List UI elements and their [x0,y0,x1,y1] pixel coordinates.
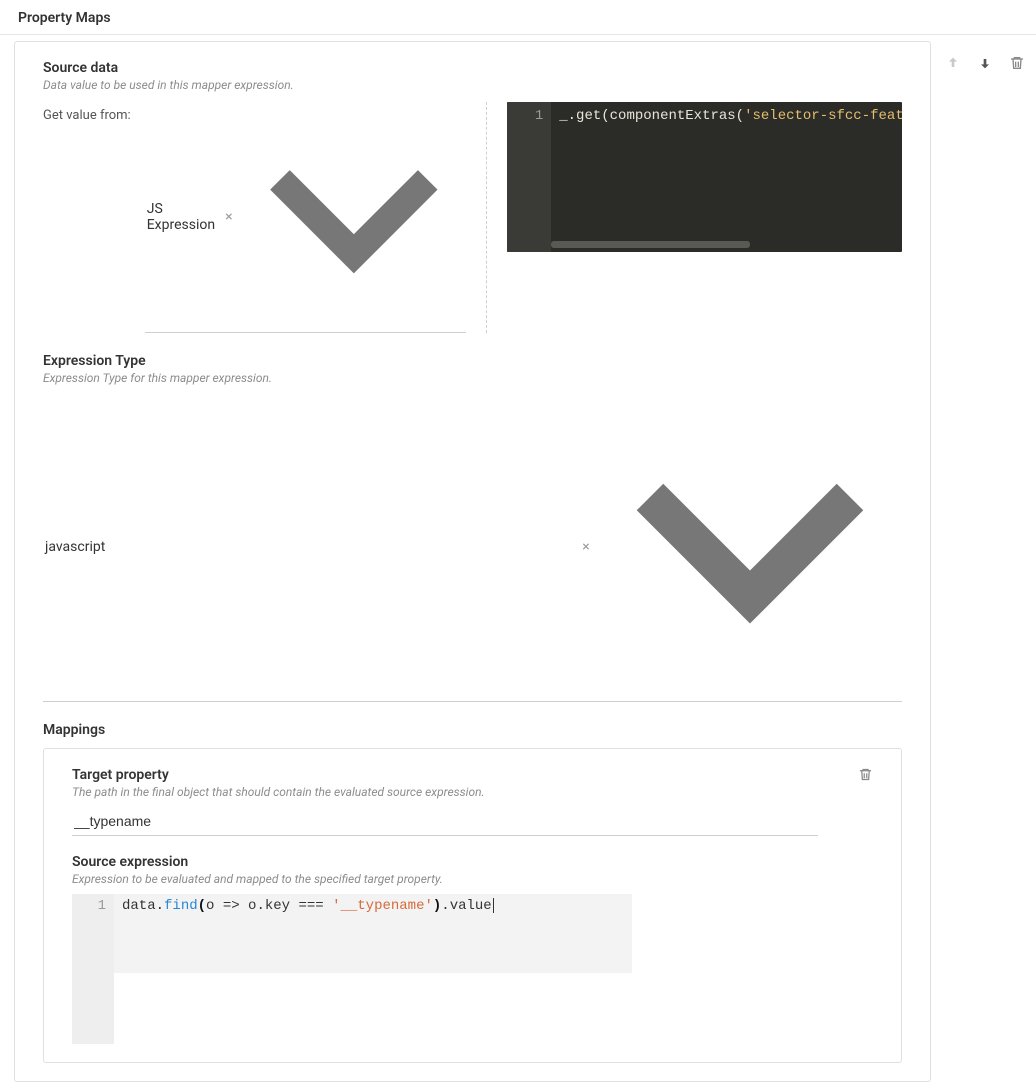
editor-gutter: 1 [507,102,551,252]
page-title: Property Maps [0,0,1036,35]
source-data-section: Source data Data value to be used in thi… [43,60,902,333]
chevron-down-icon[interactable] [243,106,465,328]
mappings-title: Mappings [43,722,902,738]
source-expression-title: Source expression [72,854,818,870]
expression-type-title: Expression Type [43,353,902,369]
arrow-down-icon[interactable] [977,55,993,71]
expression-type-section: Expression Type Expression Type for this… [43,353,902,702]
editor-content[interactable]: data.find(o => o.key === '__typename').v… [114,894,632,973]
editor-content[interactable]: _.get(componentExtras('selector-sfcc-fea… [551,102,901,252]
line-number: 1 [507,108,543,124]
card-side-actions [945,41,1025,71]
source-data-code-editor[interactable]: 1 _.get(componentExtras('selector-sfcc-f… [507,102,901,252]
arrow-up-icon[interactable] [945,55,961,71]
select-value: JS Expression [147,201,215,233]
line-number: 1 [72,898,106,914]
clear-icon[interactable]: × [221,209,236,225]
chevron-down-icon[interactable] [600,397,900,697]
source-expression-editor[interactable]: 1 data.find(o => o.key === '__typename')… [72,894,632,1044]
get-value-from-label: Get value from: [43,102,131,123]
text-cursor [493,898,494,913]
source-data-title: Source data [43,60,902,76]
mapping-item-card: Target property The path in the final ob… [43,748,902,1063]
expression-type-select[interactable]: javascript × [43,393,902,702]
scrollbar-thumb[interactable] [551,241,750,248]
target-property-title: Target property [72,767,818,783]
trash-icon[interactable] [1009,55,1025,71]
get-value-from-select[interactable]: JS Expression × [145,102,467,333]
target-property-input[interactable] [72,807,818,836]
select-value: javascript [45,539,572,555]
source-expression-help: Expression to be evaluated and mapped to… [72,872,818,886]
editor-gutter: 1 [72,894,114,1044]
trash-icon[interactable] [858,767,873,782]
mappings-section: Mappings Target property The path in the… [43,722,902,1063]
horizontal-scrollbar[interactable] [551,241,893,248]
vertical-divider [486,102,487,333]
property-map-card: Source data Data value to be used in thi… [14,41,931,1082]
expression-type-help: Expression Type for this mapper expressi… [43,371,902,385]
source-data-help: Data value to be used in this mapper exp… [43,78,902,92]
target-property-help: The path in the final object that should… [72,785,818,799]
clear-icon[interactable]: × [578,539,593,555]
